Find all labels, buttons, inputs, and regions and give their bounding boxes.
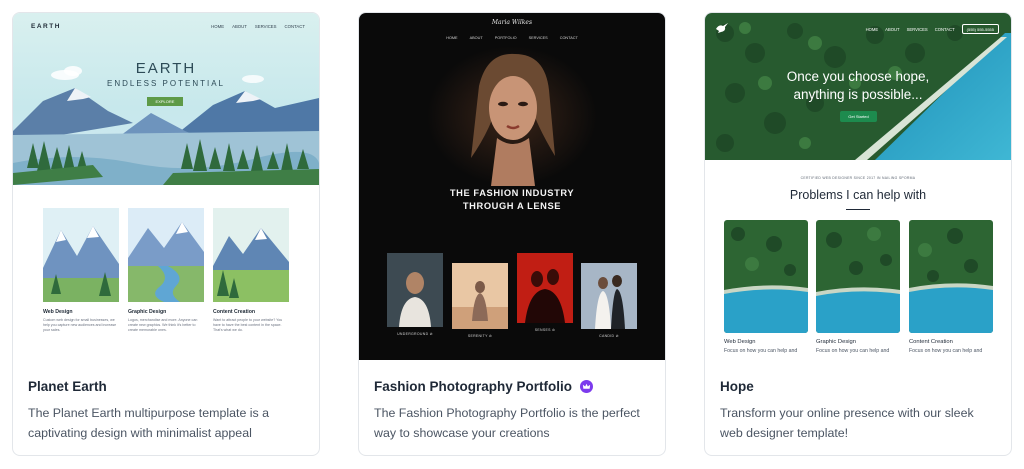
preview-headline: THE FASHION INDUSTRY THROUGH A LENSE [359, 187, 665, 213]
crown-icon [580, 379, 593, 393]
headline-line: anything is possible... [793, 87, 923, 102]
preview-menu: HOME ABOUT PORTFOLIO SERVICES CONTACT [359, 36, 665, 40]
card-info: Fashion Photography Portfolio The Fashio… [374, 377, 651, 443]
couple-street-photo [581, 263, 637, 329]
service-item: Web Design Custom web design for small b… [43, 208, 119, 334]
preview-menu: HOME ABOUT SERVICES CONTACT (555) 555-55… [866, 24, 999, 34]
preview-explore-button: EXPLORE [147, 97, 183, 106]
preview-headline: Once you choose hope, anything is possib… [705, 68, 1011, 104]
service-illustration [213, 208, 289, 302]
portfolio-tile-label: SENSES ⊘ [534, 328, 556, 332]
headline-line: Once you choose hope, [786, 69, 930, 84]
service-text: Focus on how you can help and [724, 348, 798, 354]
portfolio-tile: SENSES ⊘ [517, 253, 573, 332]
preview-nav-item: CONTACT [559, 36, 578, 40]
preview-nav-item: HOME [446, 36, 458, 40]
service-item: Graphic Design Logos, merchandise and mo… [128, 208, 204, 334]
preview-subheadline: ENDLESS POTENTIAL [106, 79, 226, 88]
service-text: Want to attract people to your website? … [213, 318, 283, 333]
card-title[interactable]: Planet Earth [28, 377, 305, 395]
service-item: Graphic Design Focus on how you can help… [816, 220, 900, 354]
card-description: The Planet Earth multipurpose template i… [28, 406, 270, 440]
card-info: Planet Earth The Planet Earth multipurpo… [28, 377, 305, 443]
service-item: Content Creation Want to attract people … [213, 208, 289, 334]
preview-nav-item: CONTACT [934, 26, 955, 32]
aerial-shore-photo [724, 220, 808, 333]
desert-figure-photo [452, 263, 508, 329]
preview-section-title: Problems I can help with [789, 188, 927, 202]
mountain-illustration [43, 208, 119, 302]
headline-line: THROUGH A LENSE [462, 201, 562, 211]
section-divider [846, 209, 870, 210]
service-text: Logos, merchandise and more. Anyone can … [128, 318, 198, 333]
portfolio-photo [517, 253, 573, 323]
service-title: Graphic Design [816, 339, 856, 345]
service-title: Content Creation [909, 339, 953, 345]
aerial-shore-photo [816, 220, 900, 333]
template-preview[interactable]: EARTH HOME ABOUT SERVICES CONTACT EARTH … [13, 13, 319, 360]
portfolio-photo [452, 263, 508, 329]
template-preview[interactable]: HOME ABOUT SERVICES CONTACT (555) 555-55… [705, 13, 1011, 360]
service-text: Custom web design for small businesses, … [43, 318, 117, 333]
template-card-hope[interactable]: HOME ABOUT SERVICES CONTACT (555) 555-55… [704, 12, 1012, 456]
preview-brand-signature: Maria Wilkes [491, 19, 533, 26]
service-item: Web Design Focus on how you can help and [724, 220, 808, 354]
portfolio-photo [581, 263, 637, 329]
dove-icon [716, 23, 728, 33]
preview-nav-item: SERVICES [906, 26, 928, 32]
template-preview[interactable]: Maria Wilkes HOME ABOUT PORTFOLIO SERVIC… [359, 13, 665, 360]
preview-get-started-button: Get Started [840, 111, 877, 122]
service-title: Content Creation [213, 309, 256, 315]
preview-nav-item: HOME [865, 26, 879, 32]
red-couple-photo [517, 253, 573, 323]
aerial-shore-photo [909, 220, 993, 333]
portfolio-tile: SERENITY ⊘ [452, 263, 508, 338]
card-info: Hope Transform your online presence with… [720, 377, 997, 443]
portfolio-tile-label: UNDERGROUND ⊘ [397, 332, 433, 336]
service-text: Focus on how you can help and [909, 348, 983, 354]
card-title[interactable]: Hope [720, 377, 997, 395]
service-illustration [128, 208, 204, 302]
template-card-planet-earth[interactable]: EARTH HOME ABOUT SERVICES CONTACT EARTH … [12, 12, 320, 456]
portfolio-photo [387, 253, 443, 327]
preview-eyebrow-text: CERTIFIED WEB DESIGNER SINCE 2017 IN NAI… [800, 176, 916, 180]
service-photo [816, 220, 900, 333]
card-title[interactable]: Fashion Photography Portfolio [374, 377, 651, 395]
preview-nav-item: ABOUT [469, 36, 483, 40]
service-photo [909, 220, 993, 333]
portfolio-tile-label: CANDID ⊘ [599, 334, 619, 338]
preview-nav-item: ABOUT [885, 26, 900, 32]
service-text: Focus on how you can help and [816, 348, 890, 354]
template-card-fashion-photography-portfolio[interactable]: Maria Wilkes HOME ABOUT PORTFOLIO SERVIC… [358, 12, 666, 456]
man-portrait-photo [387, 253, 443, 327]
valley-illustration [213, 208, 289, 302]
hero-section: HOME ABOUT SERVICES CONTACT (555) 555-55… [705, 13, 1011, 160]
hero-section: EARTH HOME ABOUT SERVICES CONTACT EARTH … [13, 13, 319, 185]
preview-phone-button: (555) 555-5555 [961, 24, 999, 34]
card-description: The Fashion Photography Portfolio is the… [374, 406, 640, 440]
headline-line: THE FASHION INDUSTRY [449, 188, 575, 198]
card-title-text: Hope [720, 378, 754, 394]
card-description: Transform your online presence with our … [720, 406, 974, 440]
portfolio-tile: CANDID ⊘ [581, 263, 637, 338]
service-illustration [43, 208, 119, 302]
preview-nav-item: PORTFOLIO [494, 36, 517, 40]
service-title: Web Design [724, 339, 756, 345]
portfolio-tile-label: SERENITY ⊘ [467, 334, 493, 338]
portfolio-tile: UNDERGROUND ⊘ [387, 253, 443, 336]
river-illustration [128, 208, 204, 302]
preview-nav-item: SERVICES [528, 36, 548, 40]
service-title: Web Design [43, 309, 73, 315]
service-title: Graphic Design [128, 309, 167, 315]
preview-headline: EARTH [135, 60, 197, 77]
card-title-text: Planet Earth [28, 378, 107, 394]
service-item: Content Creation Focus on how you can he… [909, 220, 993, 354]
card-title-text: Fashion Photography Portfolio [374, 378, 572, 394]
model-portrait-photo [427, 46, 597, 186]
service-photo [724, 220, 808, 333]
